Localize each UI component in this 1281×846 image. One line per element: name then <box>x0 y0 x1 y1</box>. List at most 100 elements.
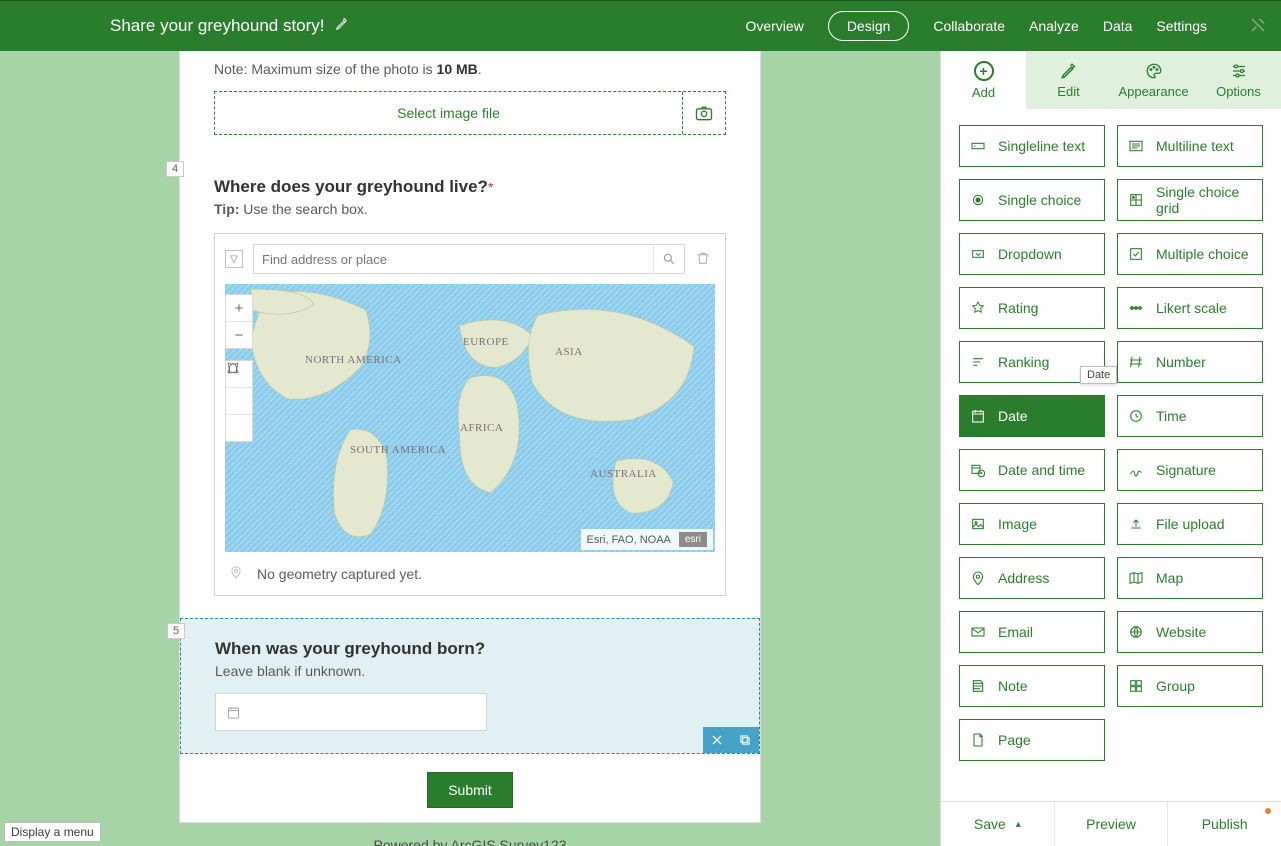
tab-data[interactable]: Data <box>1103 18 1133 34</box>
plus-icon: + <box>974 61 994 81</box>
map-search <box>253 244 685 274</box>
qtype-date-and-time[interactable]: Date and time <box>959 449 1105 491</box>
map-attribution: Esri, FAO, NOAA esri <box>581 529 713 550</box>
qtype-label: Multiline text <box>1156 138 1234 154</box>
zoom-out-button[interactable]: − <box>226 322 252 348</box>
qtype-group[interactable]: Group <box>1117 665 1263 707</box>
qtype-date[interactable]: Date <box>959 395 1105 437</box>
duplicate-question-button[interactable] <box>731 727 759 753</box>
qtype-label: Signature <box>1156 462 1216 478</box>
question-types-grid: Singleline text Multiline text Single choi… <box>959 125 1263 761</box>
qtype-label: File upload <box>1156 516 1225 532</box>
qtype-time[interactable]: Time <box>1117 395 1263 437</box>
qtype-label: Note <box>998 678 1028 694</box>
select-image-label: Select image file <box>215 92 683 134</box>
qtype-number[interactable]: Number <box>1117 341 1263 383</box>
tools-icon[interactable] <box>1249 16 1267 37</box>
palette-icon <box>1145 62 1163 80</box>
publish-button[interactable]: Publish <box>1168 802 1281 846</box>
qtype-multiline-text[interactable]: Multiline text <box>1117 125 1263 167</box>
panel-tab-add[interactable]: + Add <box>941 51 1026 109</box>
map-canvas[interactable]: NORTH AMERICA EUROPE ASIA AFRICA SOUTH A… <box>225 284 715 552</box>
qtype-note[interactable]: Note <box>959 665 1105 707</box>
panel-tab-options[interactable]: Options <box>1196 51 1281 109</box>
qtype-multiple-choice[interactable]: Multiple choice <box>1117 233 1263 275</box>
calendar-icon <box>226 705 241 720</box>
qtype-label: Multiple choice <box>1156 246 1249 262</box>
map-status-text: No geometry captured yet. <box>257 566 422 582</box>
qtype-likert-scale[interactable]: Likert scale <box>1117 287 1263 329</box>
qtype-map[interactable]: Map <box>1117 557 1263 599</box>
map-label: AFRICA <box>460 422 503 435</box>
required-marker: * <box>488 179 493 195</box>
map-label: AUSTRALIA <box>590 468 657 481</box>
fullscreen-button[interactable] <box>226 415 252 441</box>
form-canvas[interactable]: Note: Maximum size of the photo is 10 MB… <box>0 51 940 846</box>
question-tip: Tip: Use the search box. <box>214 201 726 217</box>
rating-icon <box>970 300 986 316</box>
dropdown-icon <box>970 246 986 262</box>
address-icon <box>970 570 986 586</box>
tab-analyze[interactable]: Analyze <box>1029 18 1079 34</box>
qtype-file-upload[interactable]: File upload <box>1117 503 1263 545</box>
pin-icon <box>229 564 243 583</box>
qtype-signature[interactable]: Signature <box>1117 449 1263 491</box>
qtype-label: Address <box>998 570 1049 586</box>
date-input[interactable] <box>215 693 487 731</box>
tab-collaborate[interactable]: Collaborate <box>933 18 1005 34</box>
pencil-icon[interactable] <box>335 16 349 36</box>
qtype-single-choice[interactable]: Single choice <box>959 179 1105 221</box>
map-search-input[interactable] <box>254 245 653 273</box>
camera-icon[interactable] <box>683 92 725 134</box>
single-choice-grid-icon <box>1128 192 1144 208</box>
panel-body: Singleline text Multiline text Single choi… <box>941 109 1281 801</box>
locate-button[interactable] <box>226 388 252 415</box>
qtype-image[interactable]: Image <box>959 503 1105 545</box>
zoom-in-button[interactable]: + <box>226 295 252 322</box>
trash-icon[interactable] <box>695 250 715 269</box>
map-widget: ▽ <box>214 233 726 596</box>
save-button[interactable]: Save▴ <box>941 802 1055 846</box>
powered-by: Powered by ArcGIS Survey123 <box>0 823 940 846</box>
qtype-rating[interactable]: Rating <box>959 287 1105 329</box>
tab-settings[interactable]: Settings <box>1156 18 1207 34</box>
collapse-toggle[interactable]: ▽ <box>225 250 243 268</box>
top-bar: Share your greyhound story! Overview Des… <box>0 0 1281 51</box>
map-nav-controls <box>225 360 253 442</box>
qtype-singleline-text[interactable]: Singleline text <box>959 125 1105 167</box>
panel-tab-appearance[interactable]: Appearance <box>1111 51 1196 109</box>
qtype-address[interactable]: Address <box>959 557 1105 599</box>
question-number: 4 <box>166 161 184 177</box>
qtype-website[interactable]: Website <box>1117 611 1263 653</box>
page-icon <box>970 732 986 748</box>
search-icon[interactable] <box>653 245 684 273</box>
tooltip: Date <box>1080 366 1117 384</box>
design-panel: + Add Edit Appearance Options Singleline <box>940 51 1281 846</box>
singleline-text-icon <box>970 138 986 154</box>
qtype-email[interactable]: Email <box>959 611 1105 653</box>
select-image-button[interactable]: Select image file <box>214 91 726 135</box>
qtype-label: Email <box>998 624 1033 640</box>
map-zoom-controls: + − <box>225 294 253 349</box>
question-block-image[interactable]: Note: Maximum size of the photo is 10 MB… <box>180 51 760 157</box>
page-title[interactable]: Share your greyhound story! <box>110 16 349 36</box>
qtype-single-choice-grid[interactable]: Single choice grid <box>1117 179 1263 221</box>
qtype-page[interactable]: Page <box>959 719 1105 761</box>
qtype-dropdown[interactable]: Dropdown <box>959 233 1105 275</box>
photo-note: Note: Maximum size of the photo is 10 MB… <box>214 61 726 77</box>
tab-design[interactable]: Design <box>828 11 910 41</box>
group-icon <box>1128 678 1144 694</box>
panel-tab-edit[interactable]: Edit <box>1026 51 1111 109</box>
preview-button[interactable]: Preview <box>1055 802 1169 846</box>
multiple-choice-icon <box>1128 246 1144 262</box>
tab-overview[interactable]: Overview <box>745 18 803 34</box>
question-block-date[interactable]: 5 When was your greyhound born? Leave bl… <box>180 618 760 754</box>
question-block-map[interactable]: 4 Where does your greyhound live?* Tip: … <box>180 157 760 618</box>
caret-up-icon: ▴ <box>1016 819 1021 830</box>
delete-question-button[interactable] <box>703 727 731 753</box>
qtype-label: Date <box>998 408 1028 424</box>
context-menu-hint: Display a menu <box>4 822 101 842</box>
date-icon <box>970 408 986 424</box>
submit-button[interactable]: Submit <box>427 772 513 808</box>
qtype-label: Rating <box>998 300 1038 316</box>
